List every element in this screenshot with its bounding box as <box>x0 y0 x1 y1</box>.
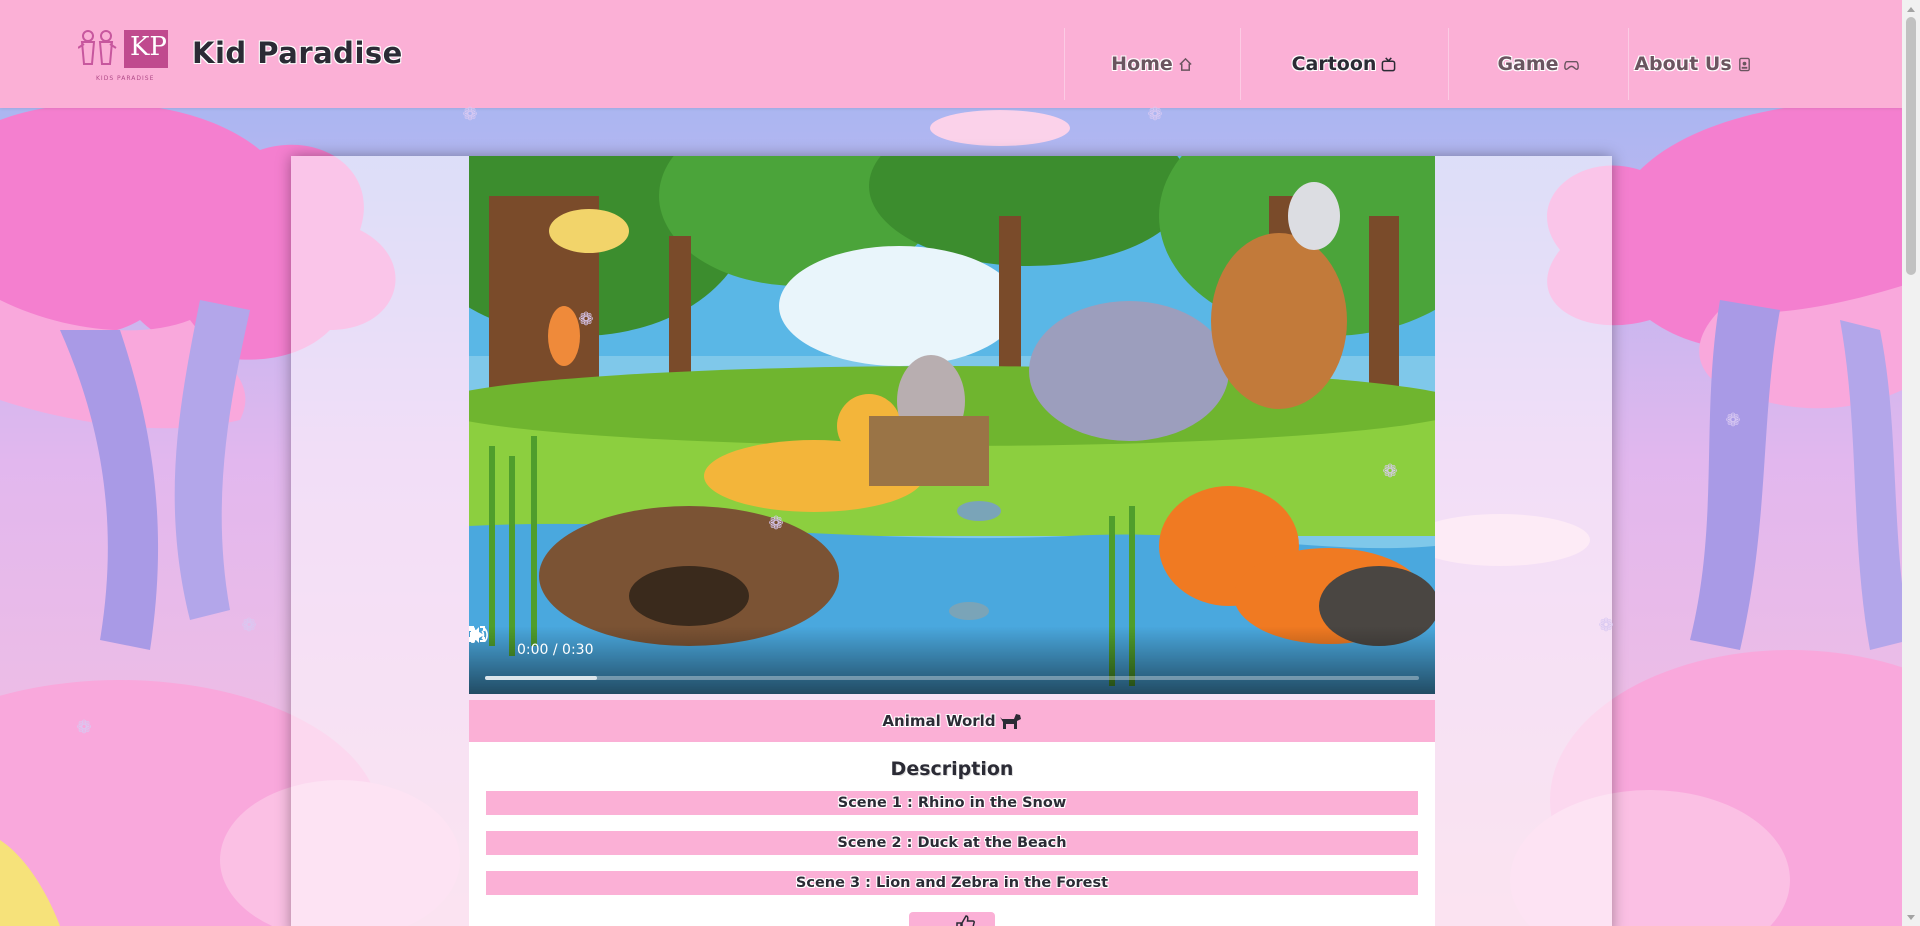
logo-caption: KIDS PARADISE <box>96 75 155 82</box>
logo-text: KP <box>130 32 167 62</box>
more-options-icon[interactable] <box>469 626 477 644</box>
nav-separator <box>1064 28 1065 100</box>
page-scrollbar[interactable] <box>1902 0 1920 926</box>
scene-item: Scene 2 : Duck at the Beach <box>486 831 1418 855</box>
snowflake-icon: ❁ <box>768 513 784 534</box>
nav-home-label: Home <box>1111 53 1173 75</box>
gamepad-icon <box>1563 60 1579 70</box>
nav-home[interactable]: Home <box>1064 28 1240 100</box>
snowflake-icon: ❁ <box>1382 461 1398 482</box>
video-info-panel: Animal World Description Scene 1 : Rhino… <box>469 700 1435 926</box>
id-card-icon <box>1738 57 1750 71</box>
video-thumbnail <box>469 156 1435 694</box>
thumbs-up-icon <box>956 915 975 926</box>
nav-cartoon-label: Cartoon <box>1291 53 1377 75</box>
snowflake-icon: ❁ <box>1598 615 1614 636</box>
nav-game-label: Game <box>1497 53 1559 75</box>
video-title: Animal World <box>882 712 996 730</box>
video-player[interactable]: 0:00 / 0:30 <box>469 156 1435 694</box>
snowflake-icon: ❁ <box>1147 104 1163 125</box>
site-logo[interactable]: KP KIDS PARADISE <box>77 26 174 86</box>
site-header: KP KIDS PARADISE Kid Paradise Home Carto… <box>0 0 1902 108</box>
nav-game[interactable]: Game <box>1448 28 1628 100</box>
nav-about-label: About Us <box>1634 53 1732 75</box>
description-heading: Description <box>890 758 1014 780</box>
snowflake-icon: ❁ <box>578 309 594 330</box>
video-buffer-bar <box>485 676 598 680</box>
scene-item: Scene 3 : Lion and Zebra in the Forest <box>486 871 1418 895</box>
home-icon <box>1179 57 1192 71</box>
snowflake-icon: ❁ <box>241 615 257 636</box>
brand-name: Kid Paradise <box>192 36 403 70</box>
dog-icon <box>999 714 1021 729</box>
snowflake-icon: ❁ <box>1725 410 1741 431</box>
scroll-down-arrow-icon[interactable] <box>1902 909 1920 926</box>
scrollbar-thumb[interactable] <box>1906 17 1916 275</box>
tv-icon <box>1382 56 1396 71</box>
video-progress-bar[interactable] <box>485 676 1419 680</box>
video-controls: 0:00 / 0:30 <box>469 626 1435 694</box>
nav-cartoon[interactable]: Cartoon <box>1240 28 1448 100</box>
scroll-up-arrow-icon[interactable] <box>1902 0 1920 17</box>
nav-separator <box>1448 28 1449 100</box>
like-button[interactable] <box>909 912 995 926</box>
scene-item: Scene 1 : Rhino in the Snow <box>486 791 1418 815</box>
nav-about[interactable]: About Us <box>1628 28 1758 100</box>
nav-separator <box>1628 28 1629 100</box>
nav-separator <box>1240 28 1241 100</box>
snowflake-icon: ❁ <box>76 717 92 738</box>
video-title-bar: Animal World <box>469 700 1435 742</box>
snowflake-icon: ❁ <box>462 104 478 125</box>
video-time: 0:00 / 0:30 <box>517 642 594 658</box>
